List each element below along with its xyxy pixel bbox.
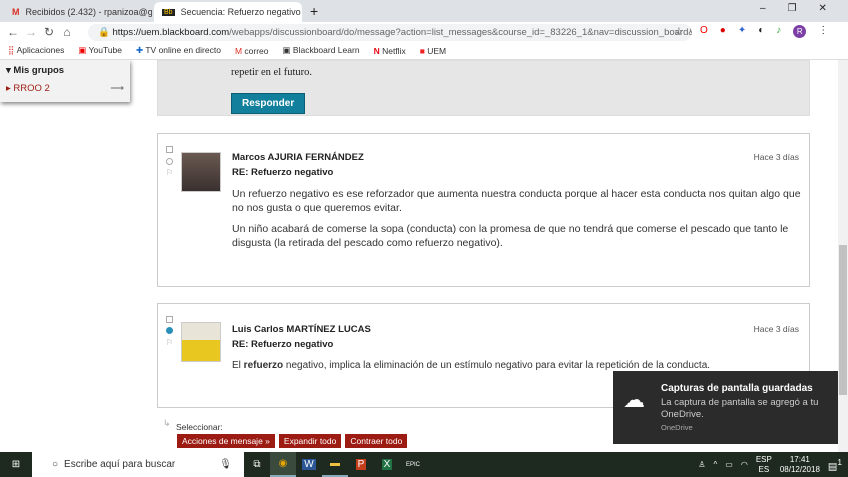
bookmarks-bar: ⣿ Aplicaciones ▣ YouTube ✚ TV online en … <box>0 42 848 60</box>
avatar <box>181 152 221 192</box>
post-paragraph: Un niño acabará de comerse la sopa (cond… <box>232 223 789 249</box>
url-input[interactable]: 🔒 https://uem.blackboard.com/webapps/dis… <box>88 24 692 41</box>
tab-blackboard[interactable]: BbSecuencia: Refuerzo negativo – D✕ <box>154 2 302 22</box>
read-status-icon[interactable] <box>166 158 173 165</box>
minimize-button[interactable]: – <box>760 3 766 14</box>
reload-button[interactable]: ↻ <box>40 25 58 39</box>
bookmark-uem[interactable]: ■ UEM <box>420 46 446 56</box>
tab-strip: MRecibidos (2.432) - rpanizoa@gm✕ BbSecu… <box>0 0 848 22</box>
action-center-icon[interactable]: ▤1 <box>828 457 842 472</box>
new-tab-button[interactable]: + <box>310 3 318 19</box>
youtube-icon: ▣ <box>78 45 87 55</box>
post-date: Hace 3 días <box>753 152 799 162</box>
blackboard-icon: Bb <box>162 8 175 16</box>
select-checkbox[interactable] <box>166 146 173 153</box>
post-date: Hace 3 días <box>753 324 799 334</box>
battery-icon[interactable]: ▭ <box>725 460 733 469</box>
extension-icon[interactable]: ◐ <box>758 25 764 38</box>
bookmark-star-icon[interactable]: ☆ <box>674 25 684 38</box>
profile-avatar[interactable]: R <box>793 25 807 38</box>
groups-panel: ▾ Mis grupos ▸ RROO 2 ⟶ <box>0 60 130 102</box>
excel-icon[interactable]: X <box>374 452 400 477</box>
epic-games-icon[interactable]: EPIC <box>400 452 426 477</box>
powerpoint-icon[interactable]: P <box>348 452 374 477</box>
avatar <box>181 322 221 362</box>
microphone-icon[interactable]: 🎙 <box>219 459 232 470</box>
post-paragraph: Un refuerzo negativo es ese reforzador q… <box>232 188 801 214</box>
extension-icon[interactable]: ♪ <box>776 25 781 38</box>
blackboard-icon: ▣ <box>282 45 291 55</box>
post-item: ⚐ Marcos AJURIA FERNÁNDEZ Hace 3 días RE… <box>157 133 810 287</box>
flag-icon[interactable]: ⚐ <box>166 168 173 177</box>
opera-icon[interactable]: O <box>700 25 708 38</box>
clock[interactable]: 17:41 08/12/2018 <box>780 455 820 475</box>
cloud-icon: ☁ <box>623 387 645 412</box>
restore-button[interactable]: ❐ <box>788 3 797 14</box>
bookmark-netflix[interactable]: N Netflix <box>374 46 406 56</box>
windows-start-icon[interactable]: ⊞ <box>0 452 32 477</box>
plus-icon: ✚ <box>136 45 144 55</box>
group-link[interactable]: ▸ RROO 2 ⟶ <box>0 81 130 96</box>
bookmark-youtube[interactable]: ▣ YouTube <box>78 45 122 56</box>
select-label: Seleccionar: <box>176 422 223 432</box>
file-explorer-icon[interactable]: ▬ <box>322 452 348 477</box>
expand-all-button[interactable]: Expandir todo <box>278 434 342 448</box>
flag-icon[interactable]: ⚐ <box>166 338 173 347</box>
apps-icon: ⣿ <box>8 45 15 55</box>
toast-body: La captura de pantalla se agregó a tu On… <box>661 397 819 420</box>
toast-title: Capturas de pantalla guardadas <box>661 383 813 394</box>
message-actions-button[interactable]: Acciones de mensaje » <box>177 434 275 448</box>
previous-post: repetir en el futuro. Responder <box>157 60 810 116</box>
taskbar-search[interactable]: ○ Escribe aquí para buscar 🎙 <box>32 452 244 477</box>
menu-icon[interactable]: ⋮ <box>818 25 828 38</box>
adblock-icon[interactable]: ● <box>720 25 726 38</box>
close-window-button[interactable]: ✕ <box>819 3 827 14</box>
collapse-all-button[interactable]: Contraer todo <box>345 434 408 448</box>
bookmark-apps[interactable]: ⣿ Aplicaciones <box>8 45 64 56</box>
extension-icon[interactable]: ✦ <box>738 25 746 38</box>
arrow-icon: ↳ <box>163 418 171 428</box>
language-indicator[interactable]: ESP ES <box>756 455 772 475</box>
back-button[interactable]: ← <box>4 25 22 39</box>
unread-status-icon[interactable] <box>166 327 173 334</box>
wifi-icon[interactable]: ◠ <box>741 460 748 469</box>
bookmark-blackboard[interactable]: ▣ Blackboard Learn <box>283 45 360 56</box>
forward-button[interactable]: → <box>22 25 40 39</box>
task-view-icon[interactable]: ⧉ <box>244 452 270 477</box>
tab-gmail[interactable]: MRecibidos (2.432) - rpanizoa@gm✕ <box>4 2 152 22</box>
double-chevron-down-icon: » <box>265 436 270 446</box>
bookmark-correo[interactable]: M correo <box>235 46 269 56</box>
reply-button[interactable]: Responder <box>231 93 306 114</box>
taskbar: ⊞ ○ Escribe aquí para buscar 🎙 ⧉ ◉ W ▬ P… <box>0 452 848 477</box>
chrome-icon[interactable]: ◉ <box>270 452 296 477</box>
post-subject: RE: Refuerzo negativo <box>232 339 334 350</box>
uem-icon: ■ <box>419 45 425 56</box>
onedrive-notification[interactable]: ☁ Capturas de pantalla guardadas La capt… <box>613 371 838 444</box>
gmail-icon: M <box>234 45 243 56</box>
toast-source: OneDrive <box>661 423 693 432</box>
select-checkbox[interactable] <box>166 316 173 323</box>
scrollbar-thumb[interactable] <box>839 245 847 395</box>
search-icon: ○ <box>52 459 59 470</box>
post-author[interactable]: Luis Carlos MARTÍNEZ LUCAS <box>232 324 371 335</box>
home-button[interactable]: ⌂ <box>58 25 76 39</box>
post-subject: RE: Refuerzo negativo <box>232 167 334 178</box>
groups-heading[interactable]: ▾ Mis grupos <box>0 60 130 81</box>
netflix-icon: N <box>373 45 380 56</box>
bookmark-tv[interactable]: ✚ TV online en directo <box>136 45 221 56</box>
chevron-up-icon[interactable]: ^ <box>714 460 718 469</box>
post-author[interactable]: Marcos AJURIA FERNÁNDEZ <box>232 152 364 163</box>
gmail-icon: M <box>12 7 20 17</box>
people-icon[interactable]: ♙ <box>698 460 705 469</box>
word-icon[interactable]: W <box>296 452 322 477</box>
